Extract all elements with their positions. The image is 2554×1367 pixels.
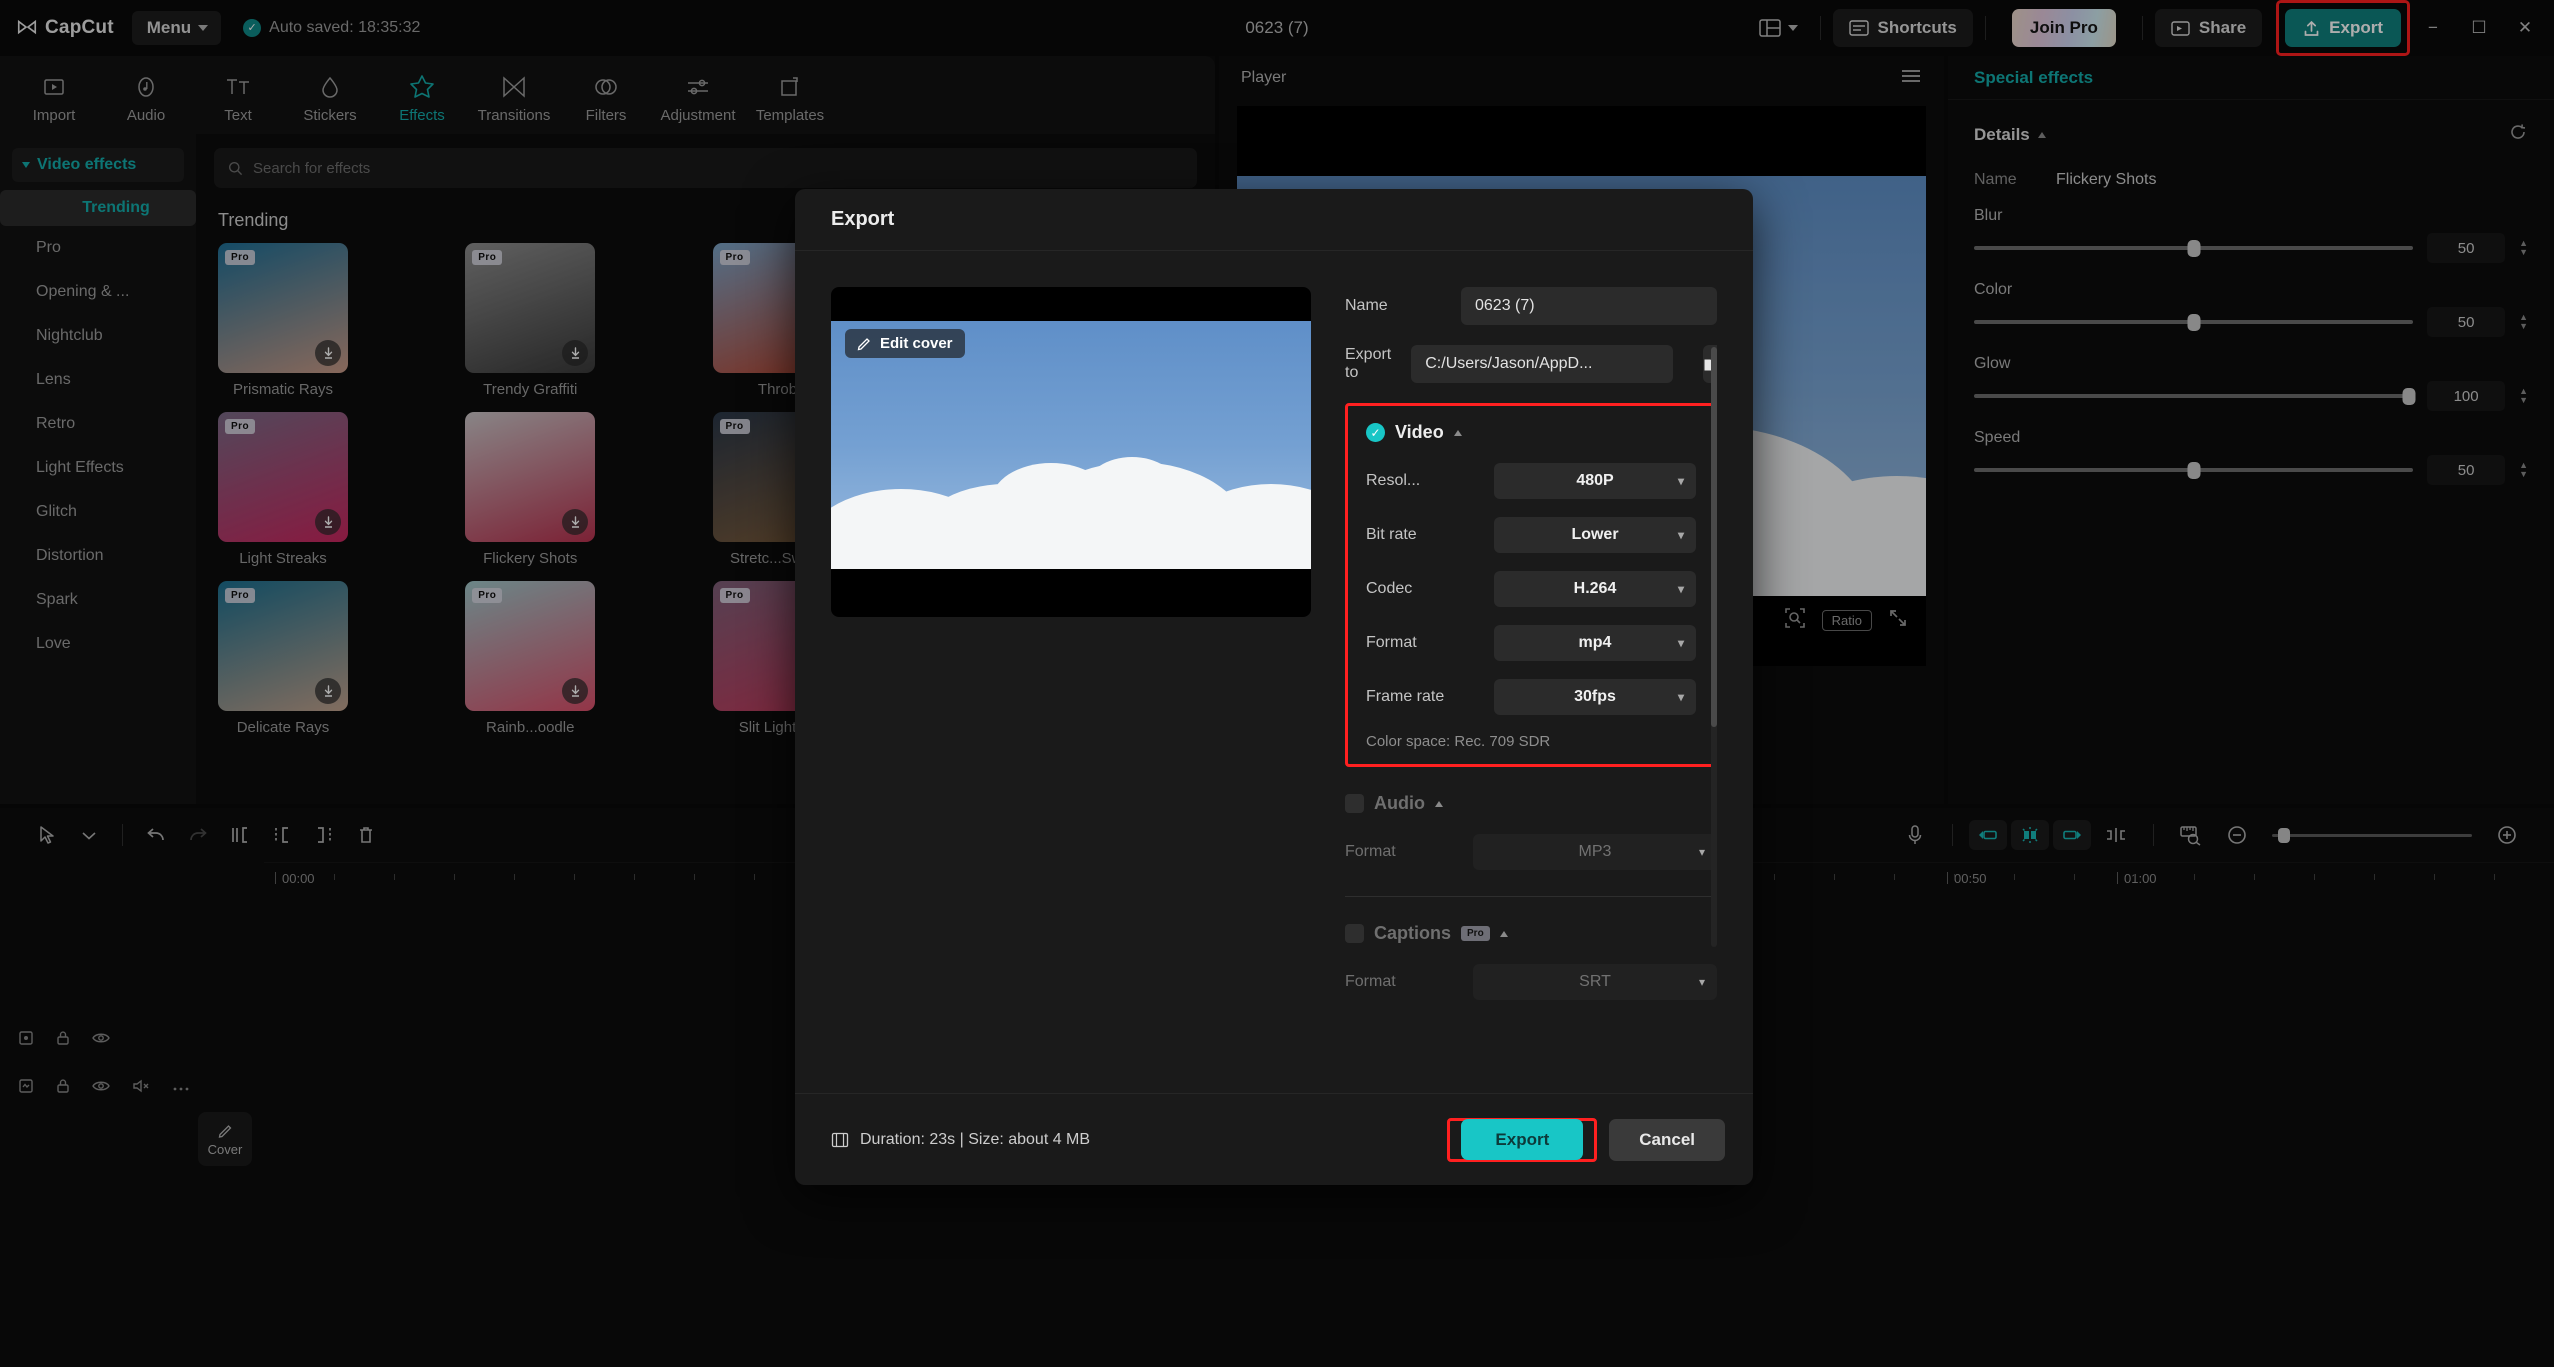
captions-format-row: Format SRT ▾ [1345,964,1717,1000]
video-setting-select[interactable]: Lower ▾ [1494,517,1696,553]
divider [1345,896,1717,897]
export-dialog: Export Edit cover Name 0623 (7) Export t… [795,189,1753,1185]
video-setting-value: H.264 [1573,580,1617,597]
audio-format-label: Format [1345,843,1396,860]
video-checkbox[interactable]: ✓ [1366,423,1385,442]
video-setting-row: Format mp4 ▾ [1366,625,1696,661]
audio-section-header[interactable]: Audio [1345,793,1717,814]
export-dialog-body: Edit cover Name 0623 (7) Export to C:/Us… [795,251,1753,1093]
video-setting-label: Bit rate [1366,526,1417,543]
audio-section-label: Audio [1374,793,1425,813]
captions-format-value: SRT [1579,973,1611,990]
film-icon [831,1132,849,1147]
video-setting-value: Lower [1571,526,1619,543]
chevron-down-icon: ▾ [1677,474,1684,488]
captions-checkbox[interactable] [1345,924,1364,943]
chevron-down-icon: ▾ [1698,975,1705,989]
export-name-label: Name [1345,297,1388,314]
video-setting-value: 480P [1576,472,1614,489]
duration-info-label: Duration: 23s | Size: about 4 MB [860,1130,1091,1148]
chevron-down-icon: ▾ [1698,845,1705,859]
export-confirm-button[interactable]: Export [1461,1118,1584,1160]
video-setting-row: Codec H.264 ▾ [1366,571,1696,607]
captions-format-select[interactable]: SRT ▾ [1473,964,1717,1000]
video-setting-value: mp4 [1578,634,1612,651]
export-name-input[interactable]: 0623 (7) [1461,287,1717,325]
captions-section-header[interactable]: Captions Pro [1345,923,1717,944]
pencil-icon [857,338,870,351]
chevron-up-icon [1435,800,1443,807]
cloud-shape [1086,457,1178,519]
footer-actions: Export Cancel [1447,1117,1725,1162]
edit-cover-button[interactable]: Edit cover [845,329,965,358]
video-setting-value: 30fps [1574,688,1616,705]
export-dialog-title: Export [795,189,1753,251]
export-confirm-highlight: Export [1447,1117,1598,1162]
audio-format-select[interactable]: MP3 ▾ [1473,834,1717,870]
export-path-input[interactable]: C:/Users/Jason/AppD... [1411,345,1674,383]
video-section-header[interactable]: ✓ Video [1366,422,1696,443]
chevron-down-icon: ▾ [1677,690,1684,704]
export-path-label: Export to [1345,346,1392,381]
export-name-row: Name 0623 (7) [1345,287,1717,325]
pro-badge: Pro [1461,926,1490,941]
video-setting-row: Bit rate Lower ▾ [1366,517,1696,553]
cover-preview: Edit cover [831,287,1311,617]
video-setting-select[interactable]: H.264 ▾ [1494,571,1696,607]
audio-format-value: MP3 [1578,843,1612,860]
video-settings-highlight: ✓ Video Resol... 480P ▾ Bit rate Lower ▾ Codec… [1345,403,1717,767]
video-section-label: Video [1395,422,1444,442]
export-dialog-footer: Duration: 23s | Size: about 4 MB Export … [795,1093,1753,1185]
video-settings-rows: Resol... 480P ▾ Bit rate Lower ▾ Codec H.264 ▾ Fo… [1366,463,1696,715]
cover-preview-column: Edit cover [831,287,1311,1093]
color-space-info: Color space: Rec. 709 SDR [1366,733,1551,750]
chevron-up-icon [1499,930,1508,937]
capcut-window: CapCut Menu ✓ Auto saved: 18:35:32 0623 … [0,0,2554,1367]
video-setting-label: Format [1366,634,1417,651]
edit-cover-label: Edit cover [880,335,953,352]
captions-section-label: Captions [1374,923,1452,943]
video-setting-label: Resol... [1366,472,1421,489]
audio-format-row: Format MP3 ▾ [1345,834,1717,870]
chevron-down-icon: ▾ [1677,636,1684,650]
cover-sky [831,321,1311,569]
video-setting-row: Resol... 480P ▾ [1366,463,1696,499]
video-setting-select[interactable]: mp4 ▾ [1494,625,1696,661]
duration-info: Duration: 23s | Size: about 4 MB [831,1131,1090,1149]
video-setting-label: Frame rate [1366,688,1445,705]
video-setting-row: Frame rate 30fps ▾ [1366,679,1696,715]
dialog-scrollbar[interactable] [1711,347,1717,947]
video-setting-select[interactable]: 480P ▾ [1494,463,1696,499]
chevron-down-icon: ▾ [1677,528,1684,542]
cancel-button[interactable]: Cancel [1609,1118,1725,1161]
video-setting-select[interactable]: 30fps ▾ [1494,679,1696,715]
chevron-down-icon: ▾ [1677,582,1684,596]
audio-checkbox[interactable] [1345,794,1364,813]
captions-format-label: Format [1345,973,1396,990]
export-path-row: Export to C:/Users/Jason/AppD... [1345,345,1717,383]
video-setting-label: Codec [1366,580,1413,597]
chevron-up-icon [1453,429,1462,436]
dialog-scrollbar-thumb[interactable] [1711,347,1717,727]
export-settings-column: Name 0623 (7) Export to C:/Users/Jason/A… [1345,287,1717,1093]
